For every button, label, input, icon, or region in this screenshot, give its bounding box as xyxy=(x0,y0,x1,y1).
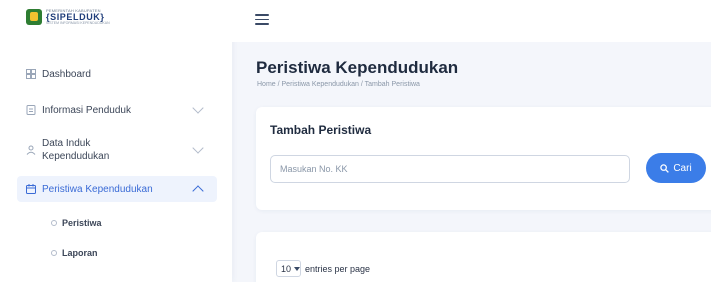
add-event-card: Tambah Peristiwa Cari xyxy=(256,107,711,210)
sidebar-item-label: Data Induk Kependudukan xyxy=(42,138,110,162)
sidebar-item-dashboard[interactable]: Dashboard xyxy=(17,62,217,86)
card-title: Tambah Peristiwa xyxy=(270,123,372,137)
circle-icon xyxy=(51,250,57,256)
app-logo[interactable]: PEMERINTAH KABUPATEN {SIPELDUK} SISTEM I… xyxy=(26,9,110,26)
users-icon xyxy=(26,145,36,155)
search-button[interactable]: Cari xyxy=(646,153,706,183)
sidebar-subitem-peristiwa[interactable]: Peristiwa xyxy=(17,212,217,234)
logo-sub-text: SISTEM INFORMASI KEPENDUDUKAN xyxy=(46,21,110,25)
sidebar-item-label: Informasi Penduduk xyxy=(42,104,131,116)
sidebar-item-label: Peristiwa Kependudukan xyxy=(42,183,153,195)
page-title: Peristiwa Kependudukan xyxy=(256,58,459,77)
emblem-icon xyxy=(26,9,42,26)
events-table-card: 10 entries per page xyxy=(256,232,711,282)
breadcrumb: Home / Peristiwa Kependudukan / Tambah P… xyxy=(257,81,420,88)
kk-number-input[interactable] xyxy=(270,155,630,183)
sidebar-menu: Dashboard Informasi Penduduk Data Induk … xyxy=(17,62,217,264)
entries-value: 10 xyxy=(281,263,292,274)
search-button-label: Cari xyxy=(673,162,692,174)
calendar-icon xyxy=(26,184,36,194)
sidebar: PEMERINTAH KABUPATEN {SIPELDUK} SISTEM I… xyxy=(0,0,232,282)
entries-per-page: 10 entries per page xyxy=(276,260,370,277)
entries-label: entries per page xyxy=(305,263,371,274)
hamburger-icon[interactable] xyxy=(255,14,269,25)
chevron-down-icon xyxy=(192,102,204,114)
sidebar-item-informasi-penduduk[interactable]: Informasi Penduduk xyxy=(17,98,217,122)
top-bar xyxy=(232,0,711,42)
caret-down-icon xyxy=(294,266,301,271)
document-icon xyxy=(26,105,36,115)
grid-icon xyxy=(26,69,36,79)
circle-icon xyxy=(51,220,57,226)
sidebar-subitem-label: Laporan xyxy=(62,248,98,258)
entries-select[interactable]: 10 xyxy=(276,260,301,277)
chevron-up-icon xyxy=(192,184,204,197)
sidebar-item-peristiwa-kependudukan[interactable]: Peristiwa Kependudukan xyxy=(17,176,217,202)
chevron-down-icon xyxy=(192,142,204,154)
sidebar-item-data-induk[interactable]: Data Induk Kependudukan xyxy=(17,128,217,172)
sidebar-subitem-laporan[interactable]: Laporan xyxy=(17,242,217,264)
search-icon xyxy=(660,163,670,173)
sidebar-subitem-label: Peristiwa xyxy=(62,218,102,228)
sidebar-item-label: Dashboard xyxy=(42,68,91,80)
